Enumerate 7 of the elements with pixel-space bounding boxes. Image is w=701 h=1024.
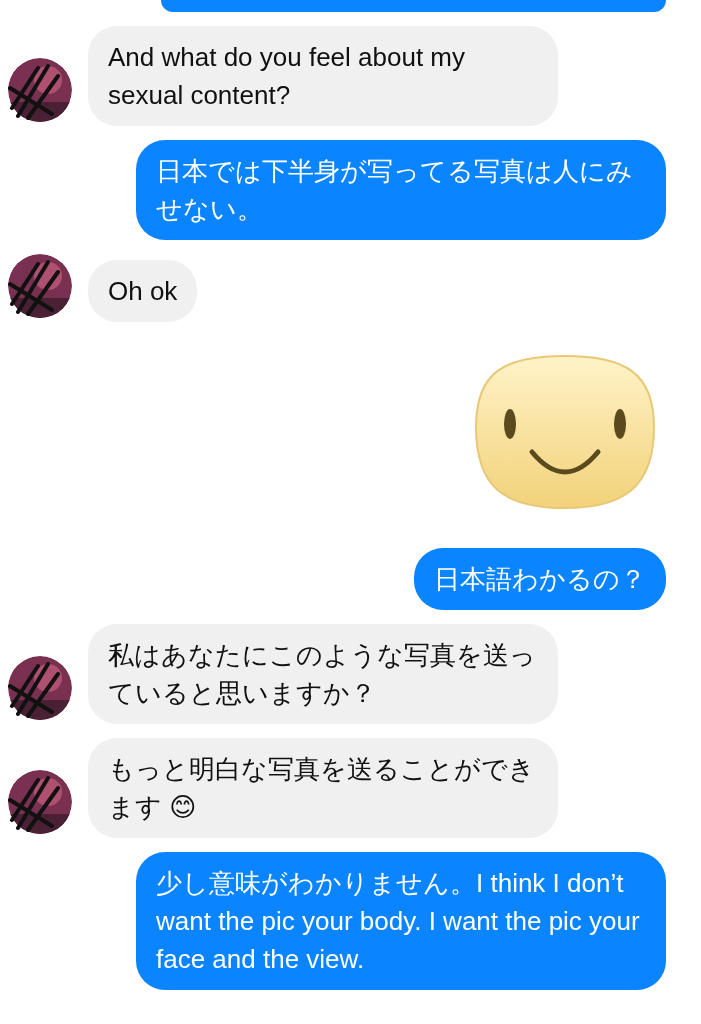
message-bubble: もっと明白な写真を送ることができます 😊 (88, 738, 558, 838)
message-bubble: And what do you feel about my sexual content? (88, 26, 558, 126)
message-bubble: 日本語わかるの？ (414, 548, 666, 610)
message-bubble: 私はあなたにこのような写真を送っていると思いますか？ (88, 624, 558, 724)
message-bubble: 少し意味がわかりません。I think I don’t want the pic your body. I want the pic your face and the view. (136, 852, 666, 990)
message-bubble: Oh ok (88, 260, 198, 322)
message-bubble: 日本では下半身が写ってる写真は人にみせない。 (136, 140, 666, 240)
